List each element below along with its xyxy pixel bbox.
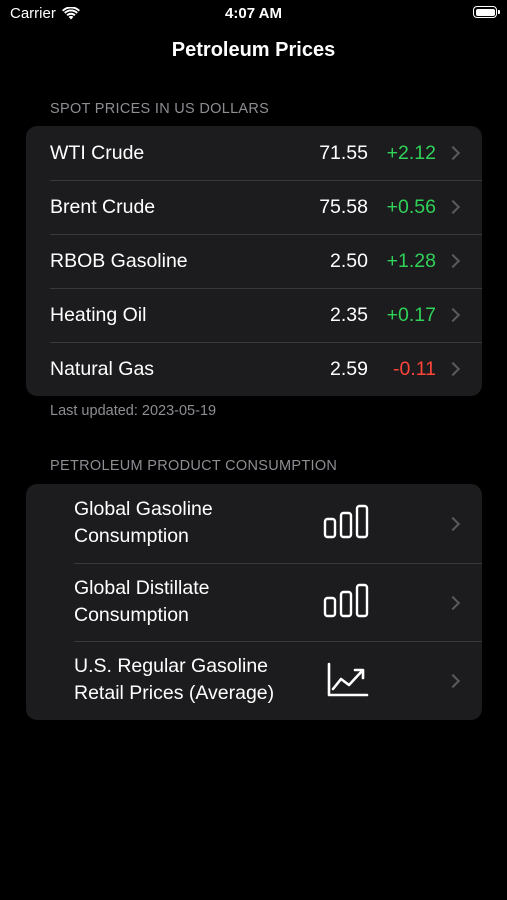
price-row-wti-crude[interactable]: WTI Crude 71.55 +2.12 — [26, 126, 482, 180]
chevron-right-icon — [445, 673, 461, 689]
chevron-right-icon — [445, 145, 461, 161]
line-chart-icon — [327, 662, 369, 697]
commodity-price: 2.59 — [330, 357, 368, 380]
commodity-price: 75.58 — [319, 195, 368, 218]
commodity-price: 2.35 — [330, 303, 368, 326]
price-change: -0.11 — [393, 357, 436, 380]
consumption-row-global-distillate[interactable]: Global Distillate Consumption — [26, 562, 482, 642]
chevron-right-icon — [445, 516, 461, 532]
commodity-price: 2.50 — [330, 249, 368, 272]
spot-prices-list: WTI Crude 71.55 +2.12 Brent Crude 75.58 … — [26, 126, 482, 396]
page-title: Petroleum Prices — [171, 39, 336, 61]
price-change: +0.17 — [386, 303, 436, 326]
consumption-label: Global Distillate Consumption — [74, 576, 210, 626]
commodity-price: 71.55 — [319, 141, 368, 164]
commodity-name: Brent Crude — [50, 195, 156, 218]
price-row-heating-oil[interactable]: Heating Oil 2.35 +0.17 — [26, 288, 482, 342]
commodity-name: Heating Oil — [50, 303, 147, 326]
chevron-right-icon — [445, 307, 461, 323]
chevron-right-icon — [445, 595, 461, 610]
chevron-right-icon — [445, 361, 461, 377]
price-change: +0.56 — [386, 195, 436, 218]
commodity-name: WTI Crude — [50, 141, 145, 164]
price-change: +2.12 — [386, 141, 436, 164]
consumption-label: U.S. Regular Gasoline Retail Prices (Ave… — [74, 655, 275, 704]
bar-chart-icon — [323, 504, 369, 539]
price-row-rbob-gasoline[interactable]: RBOB Gasoline 2.50 +1.28 — [26, 234, 482, 288]
consumption-row-us-retail-gasoline[interactable]: U.S. Regular Gasoline Retail Prices (Ave… — [26, 641, 482, 720]
price-row-brent-crude[interactable]: Brent Crude 75.58 +0.56 — [26, 180, 482, 234]
chevron-right-icon — [445, 253, 461, 269]
commodity-name: RBOB Gasoline — [50, 249, 188, 272]
price-row-natural-gas[interactable]: Natural Gas 2.59 -0.11 — [26, 342, 482, 396]
status-bar: Carrier 4:07 AM — [0, 0, 507, 28]
spot-prices-header: SPOT PRICES IN US DOLLARS — [50, 101, 270, 117]
consumption-row-global-gasoline[interactable]: Global Gasoline Consumption — [26, 484, 482, 563]
status-time: 4:07 AM — [225, 5, 282, 22]
battery-icon — [473, 6, 500, 18]
chevron-right-icon — [445, 199, 461, 215]
consumption-header: PETROLEUM PRODUCT CONSUMPTION — [50, 458, 338, 474]
consumption-label: Global Gasoline Consumption — [74, 498, 213, 547]
commodity-name: Natural Gas — [50, 357, 155, 380]
price-change: +1.28 — [386, 249, 436, 272]
consumption-list: Global Gasoline Consumption Global Disti… — [26, 484, 482, 720]
bar-chart-icon — [323, 583, 369, 617]
last-updated-text: Last updated: 2023-05-19 — [50, 403, 217, 419]
